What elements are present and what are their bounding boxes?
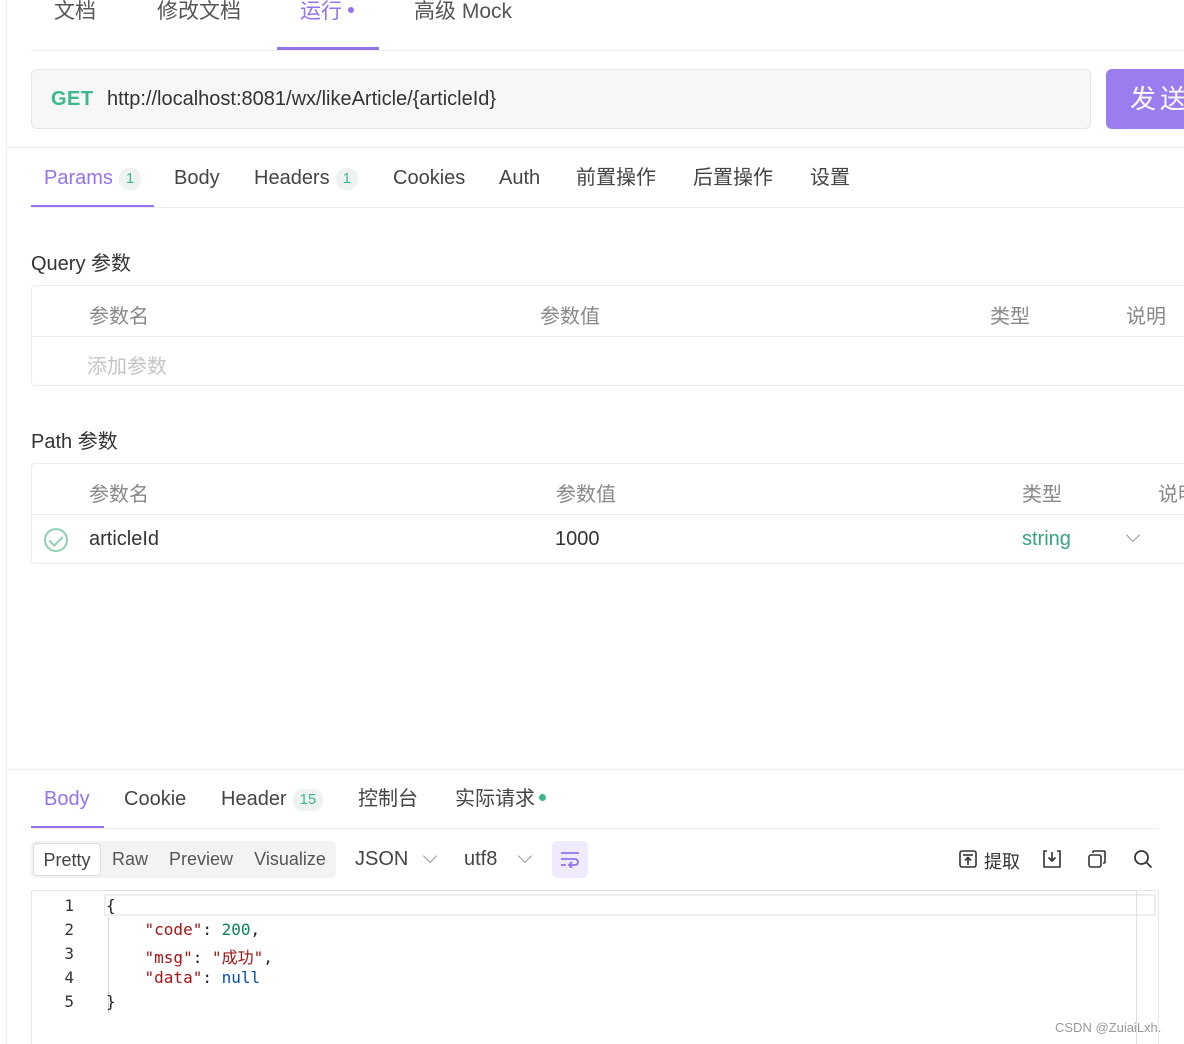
extract-icon[interactable]: [958, 849, 978, 869]
divider: [7, 769, 1184, 770]
param-name-cell[interactable]: articleId: [89, 528, 159, 551]
code-line: "msg": "成功",: [144, 948, 273, 967]
tab-response-cookie[interactable]: Cookie: [124, 786, 186, 812]
tab-run[interactable]: 运行: [300, 0, 354, 34]
add-param-input[interactable]: 添加参数: [87, 350, 167, 379]
param-value-cell[interactable]: 1000: [555, 528, 600, 551]
tab-headers[interactable]: Headers 1: [254, 165, 358, 191]
status-dot-icon: [539, 794, 546, 802]
download-icon[interactable]: [1042, 849, 1062, 869]
param-type-select[interactable]: string: [1022, 528, 1071, 551]
json-value: null: [221, 968, 261, 987]
tab-label: Headers: [254, 167, 330, 189]
url-bar[interactable]: GET http://localhost:8081/wx/likeArticle…: [31, 69, 1091, 129]
count-badge: 1: [118, 168, 142, 190]
wrap-icon: [561, 852, 579, 868]
view-preview-button[interactable]: Preview: [167, 843, 235, 876]
view-mode-segmented: Pretty Raw Preview Visualize: [31, 841, 336, 878]
tab-pre-actions[interactable]: 前置操作: [576, 165, 656, 191]
chevron-down-icon[interactable]: [517, 848, 533, 864]
tab-auth[interactable]: Auth: [499, 165, 540, 191]
word-wrap-button[interactable]: [552, 841, 588, 878]
tab-body[interactable]: Body: [174, 165, 220, 191]
json-key: "data": [144, 968, 203, 987]
http-method[interactable]: GET: [51, 88, 94, 111]
line-number: 3: [64, 944, 74, 963]
current-line-highlight: [104, 894, 1156, 916]
tab-label: 实际请求: [455, 788, 535, 810]
tab-params[interactable]: Params 1: [44, 165, 142, 191]
send-button[interactable]: 发送: [1106, 69, 1184, 129]
divider: [31, 50, 1184, 51]
format-select[interactable]: JSON: [355, 848, 408, 871]
response-code-editor[interactable]: 1 2 3 4 5 { "code": 200, "msg": "成功", "d…: [31, 890, 1159, 1044]
tab-advanced-mock[interactable]: 高级 Mock: [414, 0, 512, 34]
line-number-gutter: 1 2 3 4 5: [32, 891, 104, 1044]
json-key: "msg": [144, 948, 193, 967]
line-number: 1: [64, 896, 74, 915]
tab-console[interactable]: 控制台: [358, 786, 418, 812]
tab-actual-request[interactable]: 实际请求: [455, 786, 546, 812]
tab-label: Params: [44, 167, 113, 189]
col-type-header: 类型: [990, 306, 1030, 328]
chevron-down-icon[interactable]: [1125, 527, 1141, 543]
divider: [31, 828, 1158, 829]
row-divider: [32, 336, 1184, 337]
divider: [31, 207, 1184, 208]
divider: [7, 147, 1184, 148]
col-desc-header: 说明: [1126, 306, 1166, 328]
chevron-down-icon[interactable]: [422, 848, 438, 864]
left-border: [6, 0, 7, 1044]
table-row: articleId 1000 string: [32, 514, 1184, 564]
col-name-header: 参数名: [89, 484, 149, 506]
tab-settings[interactable]: 设置: [810, 165, 850, 191]
tab-cookies[interactable]: Cookies: [393, 165, 465, 191]
tab-post-actions[interactable]: 后置操作: [693, 165, 773, 191]
check-circle-icon[interactable]: [44, 528, 68, 552]
url-input[interactable]: http://localhost:8081/wx/likeArticle/{ar…: [107, 88, 496, 111]
watermark: CSDN @ZuiaiLxh.: [1055, 1020, 1162, 1035]
col-value-header: 参数值: [540, 306, 600, 328]
line-number: 5: [64, 992, 74, 1011]
line-number: 2: [64, 920, 74, 939]
json-value: 200: [221, 920, 251, 939]
tab-label: Header: [221, 788, 287, 810]
json-value: "成功": [211, 948, 264, 967]
count-badge: 1: [335, 168, 358, 190]
code-line: }: [106, 992, 116, 1011]
modified-dot-icon: [348, 7, 354, 14]
path-params-table: 参数名 参数值 类型 说明 articleId 1000 string: [31, 463, 1184, 564]
code-line: "code": 200,: [144, 920, 261, 939]
line-number: 4: [64, 968, 74, 987]
tab-response-header[interactable]: Header 15: [221, 786, 324, 812]
view-pretty-button[interactable]: Pretty: [33, 843, 101, 876]
path-params-title: Path 参数: [31, 431, 118, 453]
tab-response-body[interactable]: Body: [44, 786, 90, 812]
query-params-table: 参数名 参数值 类型 说明 添加参数: [31, 285, 1184, 386]
tab-edit-doc[interactable]: 修改文档: [157, 0, 241, 34]
code-line: {: [106, 896, 116, 915]
code-line: "data": null: [144, 968, 261, 987]
count-badge: 15: [292, 789, 324, 811]
tab-run-label: 运行: [300, 0, 342, 23]
view-visualize-button[interactable]: Visualize: [252, 843, 328, 876]
json-key: "code": [144, 920, 203, 939]
query-params-title: Query 参数: [31, 253, 132, 275]
extract-button[interactable]: 提取: [984, 848, 1020, 874]
encoding-select[interactable]: utf8: [464, 848, 497, 871]
view-raw-button[interactable]: Raw: [109, 843, 151, 876]
tab-doc[interactable]: 文档: [54, 0, 96, 34]
search-icon[interactable]: [1133, 849, 1153, 869]
col-desc-header: 说明: [1158, 484, 1184, 506]
col-value-header: 参数值: [556, 484, 616, 506]
col-type-header: 类型: [1022, 484, 1062, 506]
copy-icon[interactable]: [1087, 849, 1107, 869]
col-name-header: 参数名: [89, 306, 149, 328]
